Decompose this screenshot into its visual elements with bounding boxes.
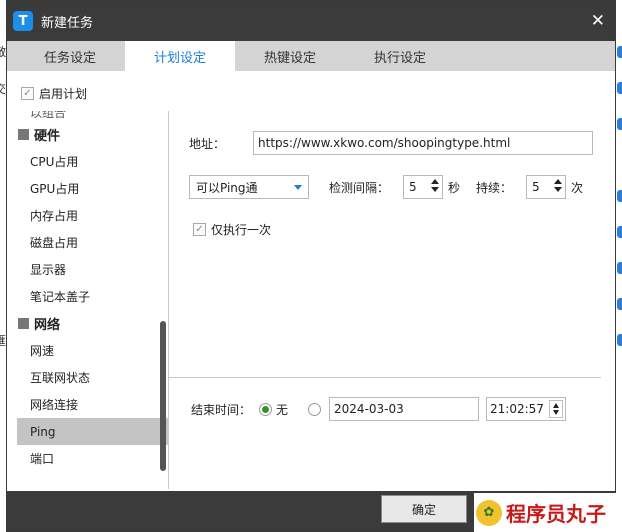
- tree-group-network[interactable]: 网络: [17, 310, 168, 337]
- end-time-date-radio[interactable]: [308, 402, 322, 416]
- watermark: ✿ 程序员丸子: [474, 493, 622, 532]
- address-label: 地址：: [189, 136, 226, 151]
- run-once-checkbox[interactable]: ✓ 仅执行一次: [193, 221, 271, 238]
- end-time-value: 21:02:57: [490, 402, 544, 416]
- background-app-right: [618, 40, 622, 532]
- background-indicator: [617, 262, 622, 274]
- tab-content: ✓ 启用计划 以组合 硬件 CPU占用 GPU占用 内存占用 磁盘占用 显示器 …: [7, 71, 615, 491]
- tree-item-internet-status[interactable]: 互联网状态: [17, 364, 168, 391]
- radio-selected-icon: [259, 402, 273, 416]
- tab-execution-settings[interactable]: 执行设定: [345, 41, 455, 71]
- run-once-label: 仅执行一次: [211, 223, 272, 237]
- title-bar[interactable]: T 新建任务 ✕: [7, 1, 615, 41]
- background-indicator: [617, 334, 622, 346]
- background-indicator: [617, 118, 622, 130]
- app-logo-icon: T: [13, 11, 33, 31]
- watermark-text: 程序员丸子: [506, 502, 606, 526]
- tree-item-cpu[interactable]: CPU占用: [17, 148, 168, 175]
- end-time-none-label: 无: [276, 402, 289, 417]
- arrow-up-icon[interactable]: [553, 403, 560, 408]
- tree-group-label: 网络: [34, 318, 61, 333]
- address-row: 地址： https://www.xkwo.com/shoopingtype.ht…: [189, 131, 594, 155]
- duration-label: 持续：: [476, 180, 513, 195]
- end-time-row: 结束时间： 无 2024-03-03 21:02:57: [191, 397, 567, 421]
- background-indicator: [617, 298, 622, 310]
- chevron-down-icon: [294, 184, 302, 190]
- arrow-down-icon[interactable]: [431, 187, 440, 192]
- tree-group-hardware[interactable]: 硬件: [17, 121, 168, 148]
- background-indicator: [617, 82, 622, 94]
- time-stepper-arrows[interactable]: [549, 400, 564, 418]
- background-indicator: [617, 226, 622, 238]
- tab-plan-settings[interactable]: 计划设定: [125, 41, 235, 71]
- section-divider: [169, 377, 601, 378]
- new-task-dialog: T 新建任务 ✕ 任务设定 计划设定 热键设定 执行设定 ✓ 启用计划 以组合 …: [6, 0, 616, 532]
- watermark-logo-icon: ✿: [476, 499, 502, 526]
- trigger-tree: 以组合 硬件 CPU占用 GPU占用 内存占用 磁盘占用 显示器 笔记本盖子 网…: [17, 111, 169, 489]
- close-button[interactable]: ✕: [591, 11, 605, 31]
- end-time-label: 结束时间：: [191, 402, 252, 417]
- tab-hotkey-settings[interactable]: 热键设定: [235, 41, 345, 71]
- window-title: 新建任务: [41, 15, 94, 31]
- enable-plan-label: 启用计划: [39, 87, 88, 101]
- stepper-arrows[interactable]: [554, 179, 563, 192]
- ping-mode-value: 可以Ping通: [196, 180, 258, 195]
- collapse-icon[interactable]: [18, 318, 29, 329]
- arrow-up-icon[interactable]: [554, 179, 563, 184]
- collapse-icon[interactable]: [18, 129, 29, 140]
- tree-item-net-speed[interactable]: 网速: [17, 337, 168, 364]
- tree-item-memory[interactable]: 内存占用: [17, 202, 168, 229]
- end-date-input[interactable]: 2024-03-03: [329, 397, 480, 421]
- end-time-input[interactable]: 21:02:57: [486, 397, 567, 421]
- scrollbar-thumb[interactable]: [160, 321, 166, 471]
- interval-stepper[interactable]: 5: [403, 175, 444, 199]
- tree-scrollbar[interactable]: [160, 111, 166, 481]
- mode-row: 可以Ping通 检测间隔： 5 秒 持续： 5 次: [189, 175, 583, 199]
- duration-stepper[interactable]: 5: [526, 175, 567, 199]
- tab-task-settings[interactable]: 任务设定: [15, 41, 125, 71]
- tree-group-label: 硬件: [34, 129, 61, 144]
- background-indicator: [617, 190, 622, 202]
- interval-value: 5: [409, 180, 417, 194]
- interval-unit: 秒: [448, 180, 461, 195]
- tree-item-disk[interactable]: 磁盘占用: [17, 229, 168, 256]
- tree-item-display[interactable]: 显示器: [17, 256, 168, 283]
- tree-item-gpu[interactable]: GPU占用: [17, 175, 168, 202]
- duration-value: 5: [532, 180, 540, 194]
- address-input[interactable]: https://www.xkwo.com/shoopingtype.html: [253, 131, 594, 155]
- ping-mode-select[interactable]: 可以Ping通: [189, 175, 309, 199]
- ok-button[interactable]: 确定: [381, 495, 467, 523]
- checkmark-icon: ✓: [193, 223, 206, 236]
- enable-plan-checkbox[interactable]: ✓ 启用计划: [21, 85, 87, 102]
- tab-bar: 任务设定 计划设定 热键设定 执行设定: [7, 41, 615, 71]
- background-indicator: [617, 46, 622, 58]
- arrow-up-icon[interactable]: [431, 179, 440, 184]
- tree-item-partial[interactable]: 以组合: [17, 111, 168, 121]
- arrow-down-icon[interactable]: [554, 187, 563, 192]
- checkmark-icon: ✓: [21, 87, 34, 100]
- arrow-down-icon[interactable]: [553, 410, 560, 415]
- stepper-arrows[interactable]: [431, 179, 440, 192]
- end-time-none-radio[interactable]: 无: [259, 401, 288, 418]
- duration-unit: 次: [571, 180, 584, 195]
- interval-label: 检测间隔：: [329, 180, 390, 195]
- tree-item-laptop-lid[interactable]: 笔记本盖子: [17, 283, 168, 310]
- tree-item-port[interactable]: 端口: [17, 445, 168, 472]
- tree-item-network-connection[interactable]: 网络连接: [17, 391, 168, 418]
- tree-item-ping[interactable]: Ping: [17, 418, 168, 445]
